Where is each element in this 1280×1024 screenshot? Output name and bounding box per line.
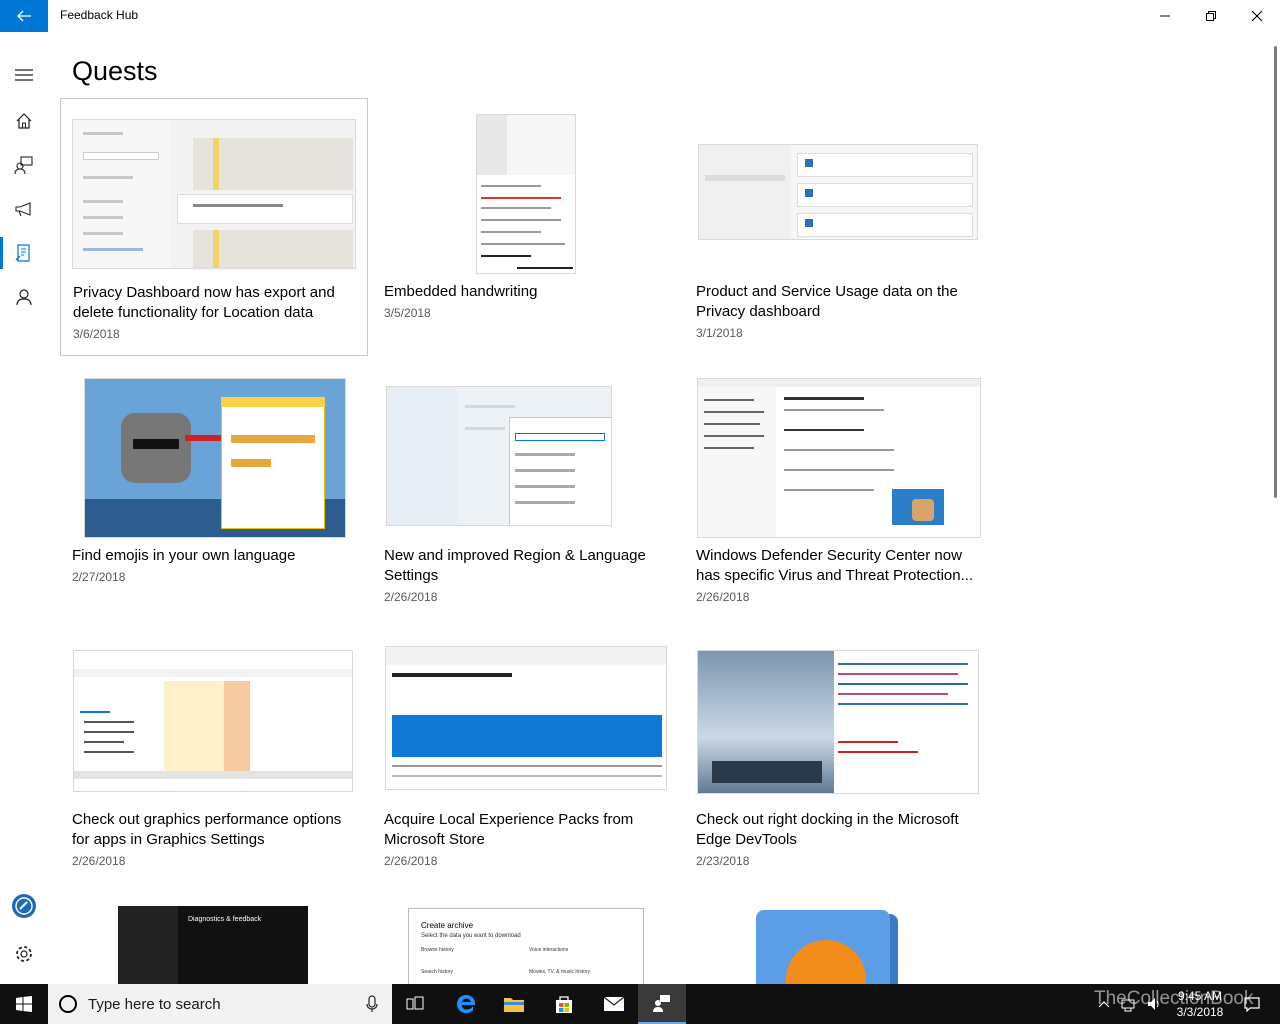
store-bag-icon bbox=[556, 996, 572, 1013]
feedback-icon bbox=[14, 156, 33, 175]
task-view-button[interactable] bbox=[392, 984, 440, 1024]
nav-feedback[interactable] bbox=[0, 143, 48, 187]
archive-title: Create archive bbox=[421, 921, 474, 930]
quest-card[interactable]: Create archive Select the data you want … bbox=[372, 890, 680, 984]
watermark-text: TheCollectionBook bbox=[1094, 988, 1254, 1009]
quest-card[interactable]: Diagnostics & feedback bbox=[60, 890, 368, 984]
quest-card[interactable]: Check out graphics performance options f… bbox=[60, 626, 368, 884]
quest-thumbnail bbox=[756, 910, 908, 984]
feedback-hub-icon bbox=[653, 995, 670, 1012]
scrollbar[interactable] bbox=[1274, 46, 1277, 498]
restore-button[interactable] bbox=[1188, 0, 1234, 32]
archive-option: Voice interactions bbox=[529, 947, 569, 953]
microphone-icon[interactable] bbox=[366, 995, 378, 1013]
hamburger-menu-button[interactable] bbox=[0, 53, 48, 97]
nav-announcements[interactable] bbox=[0, 187, 48, 231]
quest-title: Check out graphics performance options f… bbox=[72, 811, 342, 848]
home-icon bbox=[16, 113, 32, 129]
quest-card[interactable]: Find emojis in your own language 2/27/20… bbox=[60, 362, 368, 620]
diag-title: Diagnostics & feedback bbox=[188, 916, 262, 923]
quest-card[interactable]: Privacy Dashboard now has export and del… bbox=[60, 98, 368, 356]
quest-card[interactable]: Product and Service Usage data on the Pr… bbox=[684, 98, 992, 356]
quest-thumbnail bbox=[386, 386, 612, 526]
quest-title: Windows Defender Security Center now has… bbox=[696, 547, 974, 584]
close-icon bbox=[1251, 10, 1263, 22]
quest-thumbnail: Create archive Select the data you want … bbox=[408, 908, 644, 984]
search-placeholder: Type here to search bbox=[88, 995, 221, 1013]
edge-icon bbox=[457, 995, 475, 1013]
feedback-hub-taskbar-button[interactable] bbox=[638, 984, 686, 1024]
quest-thumbnail bbox=[73, 650, 353, 792]
announcements-icon bbox=[15, 202, 31, 217]
nav-settings[interactable] bbox=[0, 932, 48, 976]
back-arrow-icon bbox=[17, 10, 31, 22]
quest-date: 2/26/2018 bbox=[72, 854, 126, 868]
archive-option: Browse history bbox=[421, 947, 454, 953]
task-view-icon bbox=[406, 996, 424, 1010]
quest-card[interactable]: Check out right docking in the Microsoft… bbox=[684, 626, 992, 884]
archive-option: Movies, TV, & music history bbox=[529, 969, 591, 975]
mail-taskbar-button[interactable] bbox=[590, 984, 638, 1024]
quest-thumbnail bbox=[385, 646, 667, 790]
quest-thumbnail bbox=[84, 378, 346, 538]
start-button[interactable] bbox=[0, 984, 48, 1024]
edge-taskbar-button[interactable] bbox=[442, 984, 490, 1024]
mail-icon bbox=[603, 996, 625, 1011]
settings-icon bbox=[16, 946, 32, 962]
nav-quests[interactable] bbox=[0, 231, 48, 275]
quest-thumbnail bbox=[72, 119, 356, 269]
folder-icon bbox=[504, 998, 524, 1012]
quest-date: 2/26/2018 bbox=[384, 590, 438, 604]
quest-date: 3/5/2018 bbox=[384, 306, 431, 320]
quest-thumbnail bbox=[698, 144, 978, 240]
quest-title: New and improved Region & Language Setti… bbox=[384, 547, 646, 584]
quest-date: 3/1/2018 bbox=[696, 326, 743, 340]
taskbar-search-box[interactable]: Type here to search bbox=[48, 984, 392, 1024]
achievements-icon bbox=[12, 894, 36, 918]
nav-home[interactable] bbox=[0, 99, 48, 143]
quest-title: Embedded handwriting bbox=[384, 283, 538, 300]
quest-date: 2/27/2018 bbox=[72, 570, 126, 584]
quest-date: 2/26/2018 bbox=[384, 854, 438, 868]
quest-card[interactable] bbox=[684, 890, 992, 984]
quest-card[interactable]: Acquire Local Experience Packs from Micr… bbox=[372, 626, 680, 884]
quest-title: Acquire Local Experience Packs from Micr… bbox=[384, 811, 634, 848]
windows-logo-icon bbox=[16, 996, 32, 1012]
quest-thumbnail: Diagnostics & feedback bbox=[118, 906, 308, 984]
quest-card[interactable]: Windows Defender Security Center now has… bbox=[684, 362, 992, 620]
quest-thumbnail bbox=[476, 114, 576, 274]
nav-achievements[interactable] bbox=[0, 884, 48, 928]
quest-card[interactable]: Embedded handwriting 3/5/2018 bbox=[372, 98, 680, 356]
file-explorer-taskbar-button[interactable] bbox=[490, 984, 538, 1024]
quest-title: Check out right docking in the Microsoft… bbox=[696, 811, 959, 848]
quest-thumbnail bbox=[697, 650, 979, 794]
quest-title: Privacy Dashboard now has export and del… bbox=[73, 284, 335, 321]
page-title: Quests bbox=[72, 56, 158, 86]
taskbar: Type here to search 9:45 AM 3/3/2018 bbox=[0, 984, 1280, 1024]
cortana-icon bbox=[59, 995, 77, 1013]
quest-date: 2/26/2018 bbox=[696, 590, 750, 604]
close-button[interactable] bbox=[1234, 0, 1280, 32]
minimize-icon bbox=[1160, 15, 1170, 17]
quests-icon bbox=[15, 244, 30, 262]
title-bar: Feedback Hub bbox=[0, 0, 1280, 32]
back-button[interactable] bbox=[0, 0, 48, 32]
archive-subtitle: Select the data you want to download bbox=[421, 933, 521, 939]
quest-card[interactable]: New and improved Region & Language Setti… bbox=[372, 362, 680, 620]
left-nav bbox=[0, 32, 48, 984]
store-taskbar-button[interactable] bbox=[540, 984, 588, 1024]
quest-date: 2/23/2018 bbox=[696, 854, 750, 868]
quest-thumbnail bbox=[697, 378, 981, 538]
quest-title: Product and Service Usage data on the Pr… bbox=[696, 283, 958, 320]
minimize-button[interactable] bbox=[1142, 0, 1188, 32]
archive-option: Search history bbox=[421, 969, 453, 975]
app-title: Feedback Hub bbox=[60, 8, 139, 22]
hamburger-icon bbox=[15, 69, 33, 81]
quest-date: 3/6/2018 bbox=[73, 327, 120, 341]
quest-title: Find emojis in your own language bbox=[72, 547, 296, 564]
nav-profile[interactable] bbox=[0, 275, 48, 319]
restore-icon bbox=[1206, 11, 1216, 21]
profile-icon bbox=[16, 289, 32, 306]
